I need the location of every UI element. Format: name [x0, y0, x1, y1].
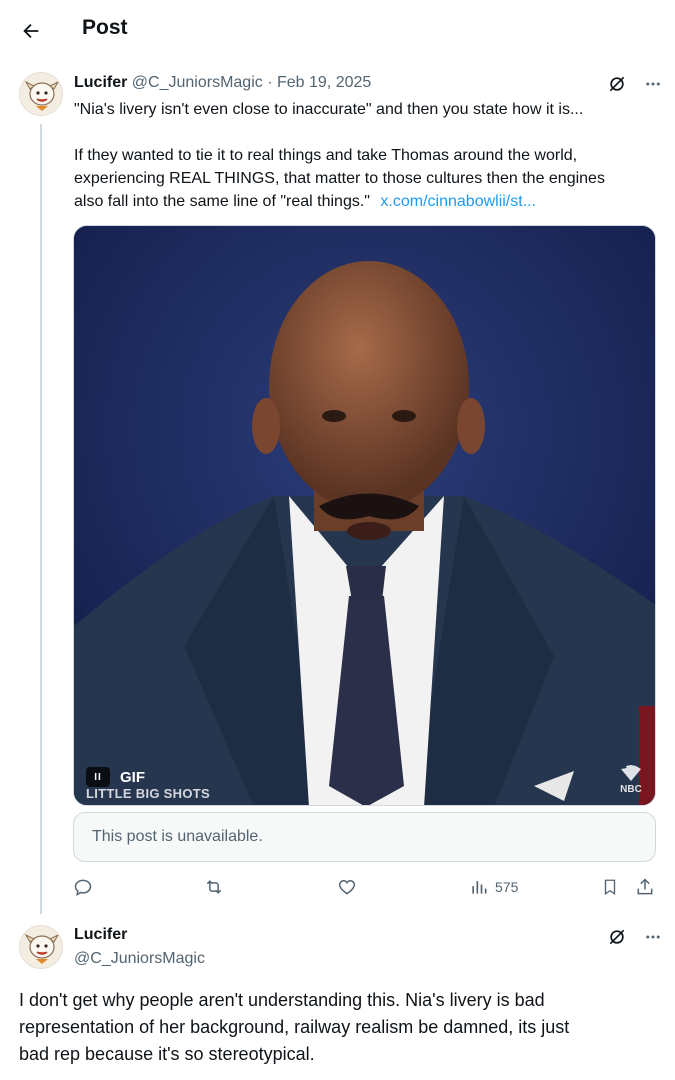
post-action-bar: 575	[73, 874, 656, 900]
gif-badge: GIF	[120, 768, 145, 786]
post-meta: Lucifer @C_JuniorsMagic · Feb 19, 2025	[74, 74, 371, 92]
share-icon	[637, 878, 653, 895]
post-link[interactable]: x.com/cinnabowlii/st...	[380, 193, 536, 210]
share-button[interactable]	[635, 874, 655, 900]
pause-button[interactable]: II	[86, 767, 110, 787]
grok-slash-icon	[609, 929, 625, 945]
thread-connector-line	[40, 124, 42, 914]
more-button[interactable]	[642, 73, 664, 95]
post-text-line: I don't get why people aren't understand…	[19, 990, 545, 1010]
bookmark-button[interactable]	[601, 874, 619, 900]
author-handle[interactable]: @C_JuniorsMagic	[74, 950, 205, 968]
views-button[interactable]: 575	[469, 874, 518, 900]
retweet-icon	[206, 880, 222, 894]
post-date[interactable]: Feb 19, 2025	[277, 74, 371, 91]
peacock-icon	[621, 765, 641, 781]
gif-media[interactable]: II GIF LITTLE BIG SHOTS NBC	[73, 225, 656, 806]
grok-slash-icon	[609, 76, 625, 92]
reply-button[interactable]	[73, 874, 93, 900]
views-count: 575	[495, 879, 519, 895]
more-dots-icon	[646, 82, 660, 86]
retweet-button[interactable]	[203, 874, 225, 900]
more-button[interactable]	[642, 926, 664, 948]
post-text-line: "Nia's livery isn't even close to inaccu…	[74, 101, 584, 118]
post-text-line-with-link: also fall into the same line of "real th…	[74, 190, 536, 213]
post-text-line: If they wanted to tie it to real things …	[74, 147, 578, 164]
bookmark-icon	[604, 879, 616, 896]
avatar-cartoon-icon	[20, 73, 62, 115]
author-name[interactable]: Lucifer	[74, 74, 127, 91]
post-text-line: experiencing REAL THINGS, that matter to…	[74, 170, 605, 187]
post-text-line: representation of her background, railwa…	[19, 1017, 570, 1037]
author-handle[interactable]: @C_JuniorsMagic	[132, 74, 263, 91]
back-button[interactable]	[14, 14, 48, 48]
like-button[interactable]	[337, 874, 357, 900]
avatar[interactable]	[19, 72, 63, 116]
reply-icon	[74, 879, 92, 896]
post-text-line: bad rep because it's so stereotypical.	[19, 1044, 315, 1064]
grok-button[interactable]	[606, 926, 628, 948]
post-body: I don't get why people aren't understand…	[19, 987, 569, 1068]
network-label: NBC	[620, 784, 642, 795]
top-bar: Post	[0, 0, 675, 58]
page-title: Post	[82, 16, 128, 39]
views-chart-icon	[472, 881, 487, 894]
show-watermark: LITTLE BIG SHOTS	[86, 786, 210, 801]
author-name[interactable]: Lucifer	[74, 926, 127, 944]
network-logo: NBC	[617, 765, 645, 795]
more-dots-icon	[646, 935, 660, 939]
meta-separator: ·	[267, 74, 273, 91]
post-text-fragment: also fall into the same line of "real th…	[74, 193, 370, 210]
heart-icon	[338, 879, 356, 895]
gif-image	[74, 226, 655, 805]
grok-button[interactable]	[606, 73, 628, 95]
gif-controls: II GIF	[86, 767, 145, 787]
avatar[interactable]	[19, 925, 63, 969]
avatar-cartoon-icon	[20, 926, 62, 968]
arrow-left-icon	[23, 23, 39, 39]
post-top-actions	[606, 73, 664, 95]
quoted-post-unavailable: This post is unavailable.	[73, 812, 656, 862]
post-top-actions	[606, 926, 664, 948]
